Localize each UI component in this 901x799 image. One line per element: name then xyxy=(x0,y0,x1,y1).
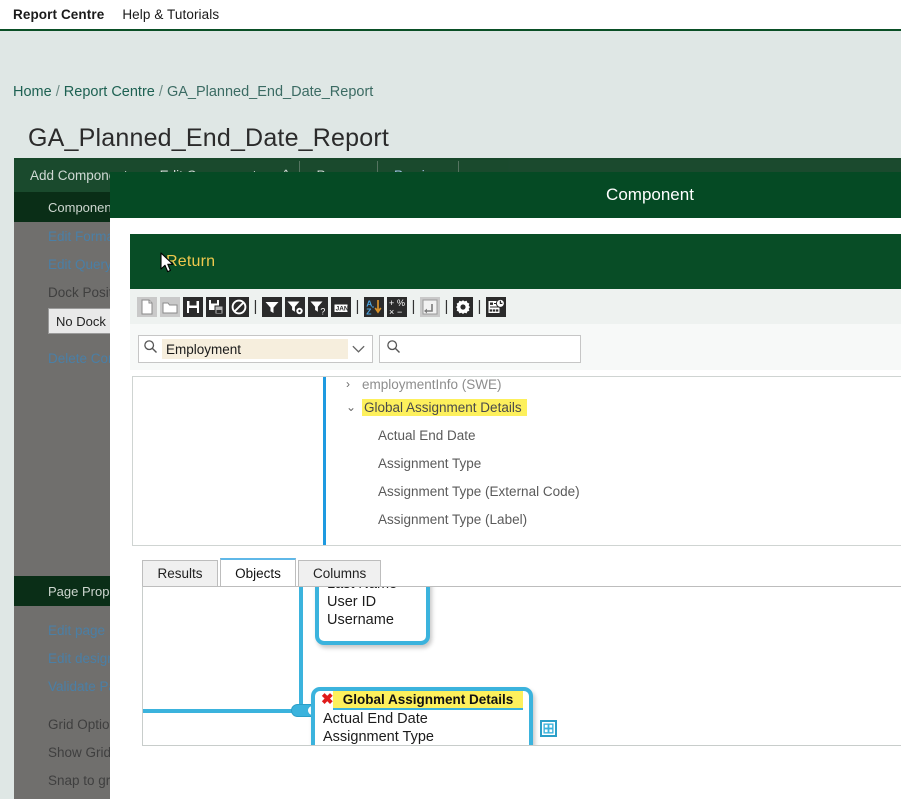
connector-line-vertical xyxy=(299,587,303,713)
tree-node-label-selected: Global Assignment Details xyxy=(362,398,527,416)
connector-line-horizontal xyxy=(143,709,303,713)
query-designer-header: Return xyxy=(130,234,901,289)
tab-results[interactable]: Results xyxy=(142,560,218,586)
subject-area-combobox[interactable]: Employment xyxy=(138,335,373,363)
calendar-icon[interactable]: JAN xyxy=(330,296,352,318)
save-icon[interactable] xyxy=(182,296,204,318)
toolbar-divider-b: | xyxy=(355,298,360,315)
tab-columns[interactable]: Columns xyxy=(298,560,382,586)
toolbar-divider-e: | xyxy=(477,298,482,315)
breadcrumb-report-centre[interactable]: Report Centre xyxy=(64,84,155,100)
object-field: User ID xyxy=(327,594,377,610)
join-icon[interactable] xyxy=(419,296,441,318)
tree-row[interactable]: Assignment Type (External Code) xyxy=(326,477,901,505)
sort-az-icon[interactable]: AZ xyxy=(363,296,385,318)
grid-icon[interactable] xyxy=(540,720,557,737)
tree-node-label: Assignment Type (Label) xyxy=(378,511,528,527)
red-x-icon[interactable]: ✖ xyxy=(321,692,334,707)
field-tree-panel: › employmentInfo (SWE) ⌄ Global Assignme… xyxy=(132,376,901,546)
tree-row[interactable]: › employmentInfo (SWE) xyxy=(326,377,901,393)
tree-right-pane: › employmentInfo (SWE) ⌄ Global Assignme… xyxy=(326,377,901,545)
query-search-row: Employment xyxy=(130,324,901,370)
page-title: GA_Planned_End_Date_Report xyxy=(28,124,390,152)
screen-root: Report Centre Help & Tutorials Home / Re… xyxy=(0,0,901,799)
object-field: Actual End Date xyxy=(323,711,428,727)
breadcrumb-home[interactable]: Home xyxy=(13,84,52,100)
modal-inner-panel: Return | ? JAN | A Z + % × − | | | Emplo… xyxy=(130,234,901,794)
tree-row[interactable]: Assignment Type (Label) xyxy=(326,505,901,533)
schedule-report-icon[interactable] xyxy=(485,296,507,318)
object-field: Username xyxy=(327,612,394,628)
tree-row[interactable]: Actual End Date xyxy=(326,421,901,449)
tab-objects[interactable]: Objects xyxy=(220,558,296,586)
object-box-user[interactable]: Last Name User ID Username xyxy=(315,587,430,645)
chevron-right-icon[interactable]: › xyxy=(346,377,362,391)
search-icon xyxy=(386,339,401,359)
svg-text:Z: Z xyxy=(366,306,371,316)
top-navigation-bar: Report Centre Help & Tutorials xyxy=(0,0,901,31)
filter-settings-icon[interactable] xyxy=(284,296,306,318)
chevron-down-icon[interactable] xyxy=(348,342,368,357)
breadcrumb-separator-2: / xyxy=(158,84,163,100)
breadcrumb-current: GA_Planned_End_Date_Report xyxy=(166,84,374,100)
tree-row[interactable]: Assignment Type xyxy=(326,449,901,477)
search-icon xyxy=(143,339,158,359)
filter-help-icon[interactable]: ? xyxy=(307,296,329,318)
calculator-icon[interactable]: +% × − xyxy=(386,296,408,318)
toolbar-divider-d: | xyxy=(444,298,449,315)
tree-row[interactable]: ⌄ Global Assignment Details xyxy=(326,393,901,421)
toolbar-divider-a: | xyxy=(253,298,258,315)
component-modal: Component Return | ? JAN | A Z + % × − |… xyxy=(110,172,901,799)
svg-text:−: − xyxy=(397,307,402,317)
tree-node-label: employmentInfo (SWE) xyxy=(362,377,502,392)
tree-node-label: Assignment Type xyxy=(378,455,482,471)
object-field: Assignment Type xyxy=(323,729,434,745)
svg-text:×: × xyxy=(389,307,394,317)
modal-header: Component xyxy=(110,172,901,218)
nav-item-help-tutorials[interactable]: Help & Tutorials xyxy=(122,7,219,22)
filter-icon[interactable] xyxy=(261,296,283,318)
tree-node-label: Assignment Type (External Code) xyxy=(378,483,580,499)
search-field-wrapper[interactable] xyxy=(379,335,588,363)
search-input[interactable] xyxy=(407,340,588,358)
mouse-cursor xyxy=(160,252,178,281)
nav-item-report-centre[interactable]: Report Centre xyxy=(13,7,104,22)
object-box-global-assignment-details[interactable]: ✖ Global Assignment Details Actual End D… xyxy=(311,687,533,745)
breadcrumb-separator-1: / xyxy=(55,84,60,100)
cancel-icon[interactable] xyxy=(228,296,250,318)
query-icon-toolbar: | ? JAN | AZ +% × − | | | xyxy=(130,289,901,324)
object-box-title: Global Assignment Details xyxy=(333,691,523,710)
open-folder-icon[interactable] xyxy=(159,296,181,318)
result-tabs: Results Objects Columns xyxy=(142,558,901,586)
settings-gear-icon[interactable] xyxy=(452,296,474,318)
new-document-icon[interactable] xyxy=(136,296,158,318)
objects-canvas[interactable]: Last Name User ID Username ✖ Global Assi… xyxy=(142,586,901,746)
toolbar-divider-c: | xyxy=(411,298,416,315)
chevron-down-icon[interactable]: ⌄ xyxy=(346,400,362,414)
tree-node-label: Actual End Date xyxy=(378,427,476,443)
svg-text:?: ? xyxy=(320,306,325,316)
save-as-icon[interactable] xyxy=(205,296,227,318)
modal-title: Component xyxy=(606,185,694,204)
object-field: Last Name xyxy=(319,587,426,593)
subject-area-value: Employment xyxy=(162,339,348,359)
svg-text:JAN: JAN xyxy=(336,305,349,312)
breadcrumb: Home / Report Centre / GA_Planned_End_Da… xyxy=(13,84,373,100)
tree-left-pane xyxy=(133,377,323,545)
